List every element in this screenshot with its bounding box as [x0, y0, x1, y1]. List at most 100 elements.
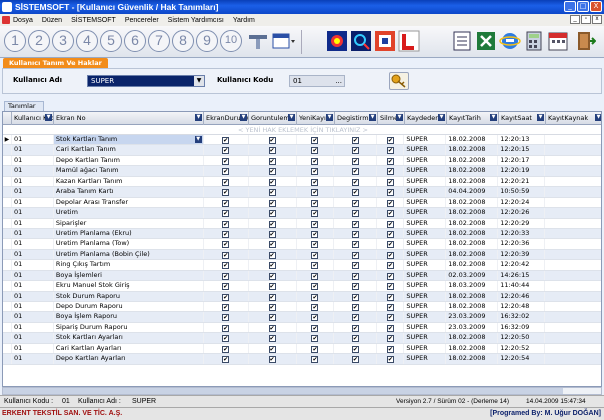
table-row[interactable]: 01 Stok Durum Raporu ✔ ✔ ✔ ✔ ✔ SUPER 18.02.2008 1… [3, 291, 601, 302]
cell-ekran-durumu[interactable]: ✔ [204, 218, 249, 228]
cell-silme[interactable]: ✔ [377, 176, 405, 187]
mdi-child-icon[interactable] [2, 16, 10, 24]
checkbox[interactable]: ✔ [268, 345, 276, 353]
checkbox[interactable]: ✔ [386, 324, 394, 332]
cell-yeni-kayit[interactable]: ✔ [297, 343, 335, 354]
cell-kullanici-kodu[interactable]: 01 [12, 260, 54, 270]
cell-degistirme[interactable]: ✔ [334, 208, 378, 218]
cell-kaydeden[interactable]: SUPER [404, 187, 447, 197]
checkbox[interactable]: ✔ [386, 335, 394, 343]
shortcut-5-button[interactable]: 5 [100, 30, 122, 52]
checkbox[interactable]: ✔ [351, 220, 359, 228]
cell-kaydeden[interactable]: SUPER [404, 155, 447, 166]
checkbox[interactable]: ✔ [351, 137, 359, 144]
cell-kullanici-kodu[interactable]: 01 [12, 187, 54, 197]
cell-ekran-no[interactable]: Depo Kartları Tanım [54, 155, 204, 166]
cell-yeni-kayit[interactable]: ✔ [297, 322, 335, 333]
cell-kayit-saat[interactable]: 12:20:48 [498, 302, 546, 312]
table-row[interactable]: 01 Ring Çıkış Tartım ✔ ✔ ✔ ✔ ✔ SUPER 18.02.2008 1… [3, 260, 601, 271]
cell-kayit-saat[interactable]: 12:20:29 [498, 218, 546, 228]
cell-goruntuleme[interactable]: ✔ [249, 155, 297, 166]
cell-degistirme[interactable]: ✔ [334, 343, 378, 354]
cell-kaydeden[interactable]: SUPER [404, 135, 447, 145]
menu-sistemsoft[interactable]: SİSTEMSOFT [71, 17, 116, 24]
cell-goruntuleme[interactable]: ✔ [249, 166, 297, 176]
window-layout-dropdown-icon[interactable] [271, 30, 297, 52]
cell-kayit-kaynak[interactable] [545, 323, 601, 332]
cell-silme[interactable]: ✔ [377, 270, 405, 281]
checkbox[interactable]: ✔ [311, 230, 319, 238]
checkbox[interactable]: ✔ [268, 314, 276, 322]
cell-silme[interactable]: ✔ [377, 354, 405, 364]
cell-silme[interactable]: ✔ [377, 333, 405, 343]
checkbox[interactable]: ✔ [386, 189, 394, 197]
shortcut-4-button[interactable]: 4 [76, 30, 98, 52]
shortcut-9-button[interactable]: 9 [196, 30, 218, 52]
shortcut-6-button[interactable]: 6 [124, 30, 146, 52]
checkbox[interactable]: ✔ [351, 324, 359, 332]
close-button[interactable]: X [590, 1, 602, 12]
cell-kullanici-kodu[interactable]: 01 [12, 343, 54, 354]
checkbox[interactable]: ✔ [268, 220, 276, 228]
table-row[interactable]: 01 Uretim Planlama (Ekru) ✔ ✔ ✔ ✔ ✔ SUPER 18.02.… [3, 228, 601, 240]
checkbox[interactable]: ✔ [351, 293, 359, 301]
cell-kayit-saat[interactable]: 11:40:44 [498, 281, 546, 291]
table-row[interactable]: 01 Uretim Planlama (Tow) ✔ ✔ ✔ ✔ ✔ SUPER 18.02.2… [3, 239, 601, 250]
filter-dropdown-icon[interactable]: ▼ [595, 114, 601, 121]
cell-kaydeden[interactable]: SUPER [404, 270, 447, 281]
checkbox[interactable]: ✔ [268, 241, 276, 249]
cell-kayit-tarih[interactable]: 18.02.2008 [446, 333, 499, 343]
filter-dropdown-icon[interactable]: ▼ [288, 114, 295, 121]
table-row[interactable]: 01 Cari Kartları Ayarları ✔ ✔ ✔ ✔ ✔ SUPER 18.02.… [3, 343, 601, 355]
chevron-down-icon[interactable]: ▼ [194, 76, 204, 86]
table-row[interactable]: 01 Siparişler ✔ ✔ ✔ ✔ ✔ SUPER 18.02.2008 12:20:29 [3, 218, 601, 229]
checkbox[interactable]: ✔ [311, 272, 319, 280]
cell-yeni-kayit[interactable]: ✔ [297, 302, 335, 312]
cell-kayit-tarih[interactable]: 23.03.2009 [446, 322, 499, 333]
checkbox[interactable]: ✔ [268, 262, 276, 270]
cell-kayit-kaynak[interactable] [545, 344, 601, 353]
cell-ekran-no[interactable]: Ring Çıkış Tartım [54, 260, 204, 270]
checkbox[interactable]: ✔ [268, 304, 276, 311]
checkbox[interactable]: ✔ [222, 314, 230, 322]
cell-kaydeden[interactable]: SUPER [404, 218, 447, 228]
cell-kayit-tarih[interactable]: 18.02.2008 [446, 208, 499, 218]
table-row[interactable]: 01 Depo Durum Raporu ✔ ✔ ✔ ✔ ✔ SUPER 18.02.2008 1… [3, 302, 601, 313]
checkbox[interactable]: ✔ [311, 293, 319, 301]
cell-kaydeden[interactable]: SUPER [404, 302, 447, 312]
cell-kullanici-kodu[interactable]: 01 [12, 228, 54, 239]
col-kayit-kaynak[interactable]: KayıtKaynak ▼ [546, 112, 601, 125]
checkbox[interactable]: ✔ [222, 199, 230, 207]
checkbox[interactable]: ✔ [386, 262, 394, 270]
cell-ekran-durumu[interactable]: ✔ [204, 260, 249, 270]
cell-yeni-kayit[interactable]: ✔ [297, 239, 335, 249]
table-row[interactable]: 01 Depo Kartları Tanım ✔ ✔ ✔ ✔ ✔ SUPER 18.02.200… [3, 155, 601, 167]
checkbox[interactable]: ✔ [351, 335, 359, 343]
cell-yeni-kayit[interactable]: ✔ [297, 218, 335, 228]
cell-kayit-kaynak[interactable] [545, 166, 601, 175]
cell-yeni-kayit[interactable]: ✔ [297, 135, 335, 145]
filter-dropdown-icon[interactable]: ▼ [195, 114, 202, 121]
cell-kaydeden[interactable]: SUPER [404, 291, 447, 301]
cell-kayit-kaynak[interactable] [545, 219, 601, 228]
checkbox[interactable]: ✔ [222, 178, 230, 186]
cell-degistirme[interactable]: ✔ [334, 354, 378, 364]
checkbox[interactable]: ✔ [311, 345, 319, 353]
table-row[interactable]: 01 Araba Tanım Kartı ✔ ✔ ✔ ✔ ✔ SUPER 04.04.2009 1… [3, 187, 601, 198]
col-yeni-kayit[interactable]: YeniKayıt ▼ [297, 112, 335, 125]
checkbox[interactable]: ✔ [386, 293, 394, 301]
cell-kayit-saat[interactable]: 12:20:52 [498, 343, 546, 354]
cell-yeni-kayit[interactable]: ✔ [297, 228, 335, 239]
cell-yeni-kayit[interactable]: ✔ [297, 145, 335, 155]
cell-ekran-no[interactable]: Mamül ağacı Tanım [54, 166, 204, 176]
report-icon[interactable] [451, 30, 473, 52]
cell-kayit-saat[interactable]: 12:20:46 [498, 291, 546, 301]
checkbox[interactable]: ✔ [222, 272, 230, 280]
cell-yeni-kayit[interactable]: ✔ [297, 176, 335, 187]
table-row[interactable]: 01 Ekru Manuel Stok Giriş ✔ ✔ ✔ ✔ ✔ SUPER 18.03.… [3, 281, 601, 292]
cell-ekran-no[interactable]: Siparişler [54, 218, 204, 228]
cell-ekran-durumu[interactable]: ✔ [204, 270, 249, 281]
checkbox[interactable]: ✔ [386, 178, 394, 186]
cell-kullanici-kodu[interactable]: 01 [12, 155, 54, 166]
tab-tanimlar[interactable]: Tanımlar [4, 101, 44, 111]
